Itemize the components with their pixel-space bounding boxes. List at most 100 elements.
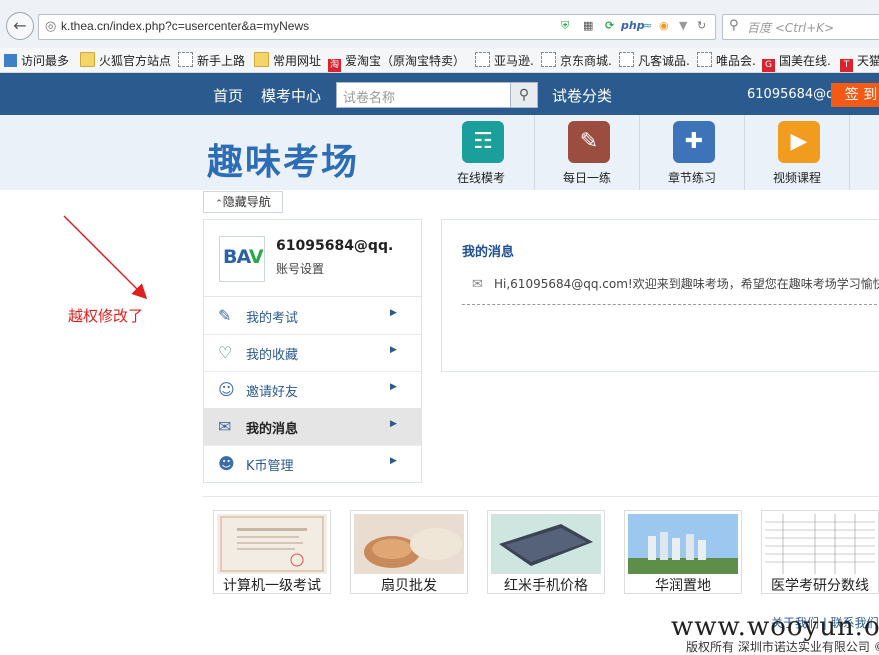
- score-table-image: [765, 514, 875, 574]
- bookmark-label: 唯品会.: [716, 54, 756, 68]
- qr-code-icon[interactable]: ▦: [583, 19, 593, 32]
- tmall-icon: T: [840, 59, 853, 72]
- search-input[interactable]: ⚲ 百度 <Ctrl+K>: [722, 14, 879, 40]
- reload-icon[interactable]: ↻: [697, 19, 706, 32]
- tile-more[interactable]: [849, 115, 879, 190]
- search-icon: ⚲: [729, 18, 739, 33]
- tile-online-exam[interactable]: ☶ 在线模考: [429, 115, 533, 190]
- sidebar-item-label: 邀请好友: [246, 385, 299, 400]
- bookmark-label: 爱淘宝（原淘宝特卖）: [345, 54, 466, 68]
- hide-nav-button[interactable]: ⌃隐藏导航: [203, 191, 283, 213]
- bookmark-label: 亚马逊.: [494, 54, 534, 68]
- page-icon: [178, 52, 193, 67]
- bookmark-most-visited[interactable]: 访问最多: [4, 52, 69, 69]
- nav-username[interactable]: 61095684@q: [747, 87, 834, 102]
- promo-card[interactable]: 红米手机价格: [487, 510, 605, 594]
- avatar[interactable]: BAV: [219, 236, 265, 282]
- page-icon: [619, 52, 634, 67]
- bookmark-common[interactable]: 常用网址: [254, 52, 321, 69]
- promo-card[interactable]: 计算机一级考试: [213, 510, 331, 594]
- sidebar-item-label: 我的收藏: [246, 348, 299, 363]
- bookmark-tmall[interactable]: T 天猫: [840, 52, 879, 72]
- wave-icon[interactable]: ≈: [643, 19, 652, 32]
- username: 61095684@qq.: [276, 238, 394, 254]
- messages-panel: 我的消息 ✉ Hi,61095684@qq.com!欢迎来到趣味考场，希望您在趣…: [441, 219, 879, 372]
- browser-toolbar: ← ◎ k.thea.cn/index.php?c=usercenter&a=m…: [0, 0, 879, 49]
- bookmark-taobao[interactable]: 淘爱淘宝（原淘宝特卖）: [328, 52, 465, 72]
- url-text: k.thea.cn/index.php?c=usercenter&a=myNew…: [61, 19, 310, 33]
- bookmark-gome[interactable]: G 国美在线.: [762, 52, 831, 72]
- exam-icon: ✎: [218, 306, 232, 325]
- coin-icon: ☻: [218, 454, 235, 473]
- sidebar-item-label: 我的考试: [246, 311, 299, 326]
- php-icon[interactable]: php: [621, 19, 645, 32]
- message-icon: ✉: [218, 417, 232, 436]
- sidebar-item-label: 我的消息: [246, 422, 299, 437]
- annotation-arrow: [63, 215, 148, 300]
- bookmark-label: 天猫: [857, 54, 879, 68]
- refresh-green-icon[interactable]: ⟳: [605, 19, 614, 32]
- bookmark-label: 凡客诚品.: [638, 54, 690, 68]
- site-logo[interactable]: 趣味考场: [207, 133, 359, 185]
- back-button[interactable]: ←: [6, 12, 34, 40]
- hide-nav-label: 隐藏导航: [222, 195, 271, 209]
- buildings-image: [628, 514, 738, 574]
- bookmark-getting-started[interactable]: 新手上路: [178, 52, 245, 69]
- chevron-up-icon: ⌃: [215, 199, 223, 209]
- user-sidebar: BAV 61095684@qq. 账号设置 ✎ 我的考试 ▶ ♡ 我的收藏 ▶ …: [203, 219, 422, 483]
- bookmark-firefox[interactable]: 火狐官方站点: [80, 52, 171, 69]
- promo-card-label: 计算机一级考试: [223, 578, 321, 594]
- sidebar-item-invite[interactable]: ☺ 邀请好友 ▶: [204, 371, 421, 409]
- pocket-icon[interactable]: ◉: [659, 19, 669, 32]
- chevron-right-icon: ▶: [390, 419, 397, 429]
- book-icon: ☶: [462, 121, 504, 163]
- divider: [462, 304, 879, 305]
- tile-daily-practice[interactable]: ✎ 每日一练: [534, 115, 639, 190]
- account-settings-link[interactable]: 账号设置: [276, 260, 324, 277]
- taobao-icon: 淘: [328, 59, 341, 72]
- tile-video-course[interactable]: ▶ 视频课程: [744, 115, 849, 190]
- bookmark-vancl[interactable]: 凡客诚品.: [619, 52, 690, 69]
- tile-label: 在线模考: [456, 171, 505, 185]
- sidebar-item-my-exams[interactable]: ✎ 我的考试 ▶: [204, 297, 421, 335]
- envelope-icon: ✉: [472, 277, 483, 292]
- dropdown-icon[interactable]: ▼: [679, 19, 687, 32]
- tile-chapter-practice[interactable]: ✚ 章节练习: [639, 115, 744, 190]
- gome-icon: G: [762, 59, 775, 72]
- search-placeholder: 百度 <Ctrl+K>: [747, 21, 835, 35]
- address-bar[interactable]: ◎ k.thea.cn/index.php?c=usercenter&a=myN…: [38, 14, 716, 40]
- promo-card[interactable]: 扇贝批发: [350, 510, 468, 594]
- bookmark-jd[interactable]: 京东商城.: [541, 52, 612, 69]
- bookmark-label: 访问最多: [21, 54, 70, 68]
- sidebar-item-favorites[interactable]: ♡ 我的收藏 ▶: [204, 334, 421, 372]
- pencil-icon: ✎: [568, 121, 610, 163]
- search-icon[interactable]: ⚲: [510, 83, 537, 107]
- bookmark-label: 新手上路: [197, 54, 246, 68]
- nav-home-link[interactable]: 首页: [213, 85, 243, 106]
- phone-image: [491, 514, 601, 574]
- bookmark-label: 火狐官方站点: [99, 54, 172, 68]
- sidebar-item-messages[interactable]: ✉ 我的消息 ▶: [204, 408, 421, 446]
- bookmark-icon: [4, 54, 17, 67]
- bookmark-vip[interactable]: 唯品会.: [697, 52, 756, 69]
- annotation-text: 越权修改了: [68, 307, 144, 325]
- chevron-right-icon: ▶: [390, 345, 397, 355]
- scallop-image: [354, 514, 464, 574]
- bookmark-amazon[interactable]: 亚马逊.: [475, 52, 534, 69]
- favorites-icon: ♡: [218, 343, 233, 362]
- promo-card[interactable]: 医学考研分数线: [761, 510, 879, 594]
- exam-search-placeholder: 试卷名称: [343, 91, 396, 106]
- bookmark-label: 京东商城.: [560, 54, 612, 68]
- checkin-button[interactable]: 签 到: [831, 83, 879, 107]
- gamepad-icon: ✚: [673, 121, 715, 163]
- exam-search-input[interactable]: 试卷名称 ⚲: [336, 82, 538, 108]
- sidebar-item-coins[interactable]: ☻ K币管理 ▶: [204, 445, 421, 482]
- message-item[interactable]: Hi,61095684@qq.com!欢迎来到趣味考场，希望您在趣味考场学习愉快: [494, 275, 879, 292]
- bookmarks-bar: 访问最多 火狐官方站点 新手上路 常用网址 淘爱淘宝（原淘宝特卖） 亚马逊. 京…: [0, 48, 879, 73]
- nav-mock-link[interactable]: 模考中心: [261, 85, 321, 106]
- promo-card[interactable]: 华润置地: [624, 510, 742, 594]
- shield-icon[interactable]: ⛨: [561, 19, 569, 33]
- monitor-icon: ▶: [778, 121, 820, 163]
- page-icon: [697, 52, 712, 67]
- nav-category-link[interactable]: 试卷分类: [552, 85, 612, 106]
